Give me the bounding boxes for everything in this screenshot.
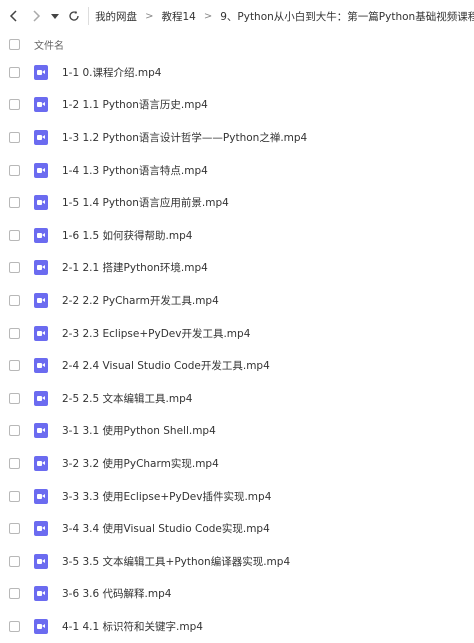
breadcrumb: 我的网盘 > 教程14 > 9、Python从小白到大牛：第一篇Python基础… <box>95 9 474 24</box>
refresh-icon <box>69 10 79 21</box>
file-name[interactable]: 1-4 1.3 Python语言特点.mp4 <box>62 163 208 178</box>
video-file-icon <box>34 390 48 406</box>
video-file-icon <box>34 162 48 178</box>
file-checkbox[interactable] <box>9 588 20 600</box>
video-file-icon <box>34 129 48 145</box>
file-name[interactable]: 3-5 3.5 文本编辑工具+Python编译器实现.mp4 <box>62 554 290 569</box>
toolbar: 我的网盘 > 教程14 > 9、Python从小白到大牛：第一篇Python基础… <box>0 0 474 32</box>
file-checkbox[interactable] <box>9 164 20 176</box>
video-file-icon <box>34 358 48 374</box>
file-row[interactable]: 2-2 2.2 PyCharm开发工具.mp4 <box>0 284 474 317</box>
video-file-icon <box>34 553 48 569</box>
video-file-icon <box>34 423 48 439</box>
file-name[interactable]: 1-2 1.1 Python语言历史.mp4 <box>62 97 208 112</box>
file-name[interactable]: 3-2 3.2 使用PyCharm实现.mp4 <box>62 456 219 471</box>
file-name[interactable]: 1-1 0.课程介绍.mp4 <box>62 65 161 80</box>
file-checkbox[interactable] <box>9 131 20 143</box>
file-row[interactable]: 1-3 1.2 Python语言设计哲学——Python之禅.mp4 <box>0 121 474 154</box>
file-row[interactable]: 4-1 4.1 标识符和关键字.mp4 <box>0 610 474 643</box>
file-checkbox[interactable] <box>9 262 20 274</box>
video-file-icon <box>34 227 48 243</box>
file-name[interactable]: 3-1 3.1 使用Python Shell.mp4 <box>62 423 216 438</box>
file-name[interactable]: 1-3 1.2 Python语言设计哲学——Python之禅.mp4 <box>62 130 307 145</box>
file-row[interactable]: 3-1 3.1 使用Python Shell.mp4 <box>0 415 474 448</box>
file-checkbox[interactable] <box>9 457 20 469</box>
file-name[interactable]: 3-6 3.6 代码解释.mp4 <box>62 586 171 601</box>
file-row[interactable]: 3-3 3.3 使用Eclipse+PyDev插件实现.mp4 <box>0 480 474 513</box>
column-header-filename[interactable]: 文件名 <box>34 37 64 52</box>
video-file-icon <box>34 521 48 537</box>
video-file-icon <box>34 195 48 211</box>
file-row[interactable]: 2-5 2.5 文本编辑工具.mp4 <box>0 382 474 415</box>
file-checkbox[interactable] <box>9 360 20 372</box>
chevron-left-icon <box>9 10 17 22</box>
file-checkbox[interactable] <box>9 327 20 339</box>
select-all-checkbox[interactable] <box>9 38 20 50</box>
list-header: 文件名 <box>0 32 474 56</box>
file-checkbox[interactable] <box>9 620 20 632</box>
file-row[interactable]: 3-5 3.5 文本编辑工具+Python编译器实现.mp4 <box>0 545 474 578</box>
video-file-icon <box>34 455 48 471</box>
file-name[interactable]: 2-3 2.3 Eclipse+PyDev开发工具.mp4 <box>62 326 250 341</box>
file-name[interactable]: 2-4 2.4 Visual Studio Code开发工具.mp4 <box>62 358 270 373</box>
file-row[interactable]: 1-2 1.1 Python语言历史.mp4 <box>0 89 474 122</box>
file-name[interactable]: 3-3 3.3 使用Eclipse+PyDev插件实现.mp4 <box>62 489 271 504</box>
video-file-icon <box>34 586 48 602</box>
file-checkbox[interactable] <box>9 490 20 502</box>
breadcrumb-item-root[interactable]: 我的网盘 <box>95 9 137 24</box>
file-row[interactable]: 3-6 3.6 代码解释.mp4 <box>0 578 474 611</box>
file-row[interactable]: 2-4 2.4 Visual Studio Code开发工具.mp4 <box>0 349 474 382</box>
video-file-icon <box>34 618 48 634</box>
file-row[interactable]: 1-1 0.课程介绍.mp4 <box>0 56 474 89</box>
file-row[interactable]: 1-6 1.5 如何获得帮助.mp4 <box>0 219 474 252</box>
breadcrumb-item-folder[interactable]: 教程14 <box>161 9 195 24</box>
history-dropdown-button[interactable] <box>47 0 65 32</box>
breadcrumb-separator: > <box>145 10 154 22</box>
file-name[interactable]: 1-6 1.5 如何获得帮助.mp4 <box>62 228 192 243</box>
file-list: 1-1 0.课程介绍.mp4 1-2 1.1 Python语言历史.mp4 1-3 … <box>0 56 474 643</box>
file-row[interactable]: 2-1 2.1 搭建Python环境.mp4 <box>0 252 474 285</box>
file-checkbox[interactable] <box>9 197 20 209</box>
file-row[interactable]: 3-2 3.2 使用PyCharm实现.mp4 <box>0 447 474 480</box>
video-file-icon <box>34 488 48 504</box>
file-name[interactable]: 4-1 4.1 标识符和关键字.mp4 <box>62 619 203 634</box>
breadcrumb-item-current[interactable]: 9、Python从小白到大牛：第一篇Python基础视频课程 <box>220 9 474 24</box>
file-checkbox[interactable] <box>9 294 20 306</box>
caret-down-icon <box>51 13 60 19</box>
breadcrumb-separator: > <box>203 10 213 22</box>
file-checkbox[interactable] <box>9 229 20 241</box>
back-button[interactable] <box>3 0 25 32</box>
chevron-right-icon <box>33 10 40 22</box>
file-row[interactable]: 1-5 1.4 Python语言应用前景.mp4 <box>0 186 474 219</box>
video-file-icon <box>34 260 48 276</box>
file-checkbox[interactable] <box>9 392 20 404</box>
video-file-icon <box>34 64 48 80</box>
file-name[interactable]: 1-5 1.4 Python语言应用前景.mp4 <box>62 195 229 210</box>
file-name[interactable]: 3-4 3.4 使用Visual Studio Code实现.mp4 <box>62 521 270 536</box>
video-file-icon <box>34 325 48 341</box>
file-row[interactable]: 3-4 3.4 使用Visual Studio Code实现.mp4 <box>0 512 474 545</box>
file-name[interactable]: 2-5 2.5 文本编辑工具.mp4 <box>62 391 192 406</box>
file-name[interactable]: 2-1 2.1 搭建Python环境.mp4 <box>62 260 208 275</box>
file-checkbox[interactable] <box>9 523 20 535</box>
forward-button[interactable] <box>25 0 47 32</box>
file-name[interactable]: 2-2 2.2 PyCharm开发工具.mp4 <box>62 293 219 308</box>
file-checkbox[interactable] <box>9 425 20 437</box>
file-row[interactable]: 2-3 2.3 Eclipse+PyDev开发工具.mp4 <box>0 317 474 350</box>
file-row[interactable]: 1-4 1.3 Python语言特点.mp4 <box>0 154 474 187</box>
file-checkbox[interactable] <box>9 99 20 111</box>
video-file-icon <box>34 97 48 113</box>
file-checkbox[interactable] <box>9 66 20 78</box>
video-file-icon <box>34 292 48 308</box>
file-checkbox[interactable] <box>9 555 20 567</box>
refresh-button[interactable] <box>64 0 84 32</box>
toolbar-divider <box>88 7 90 25</box>
